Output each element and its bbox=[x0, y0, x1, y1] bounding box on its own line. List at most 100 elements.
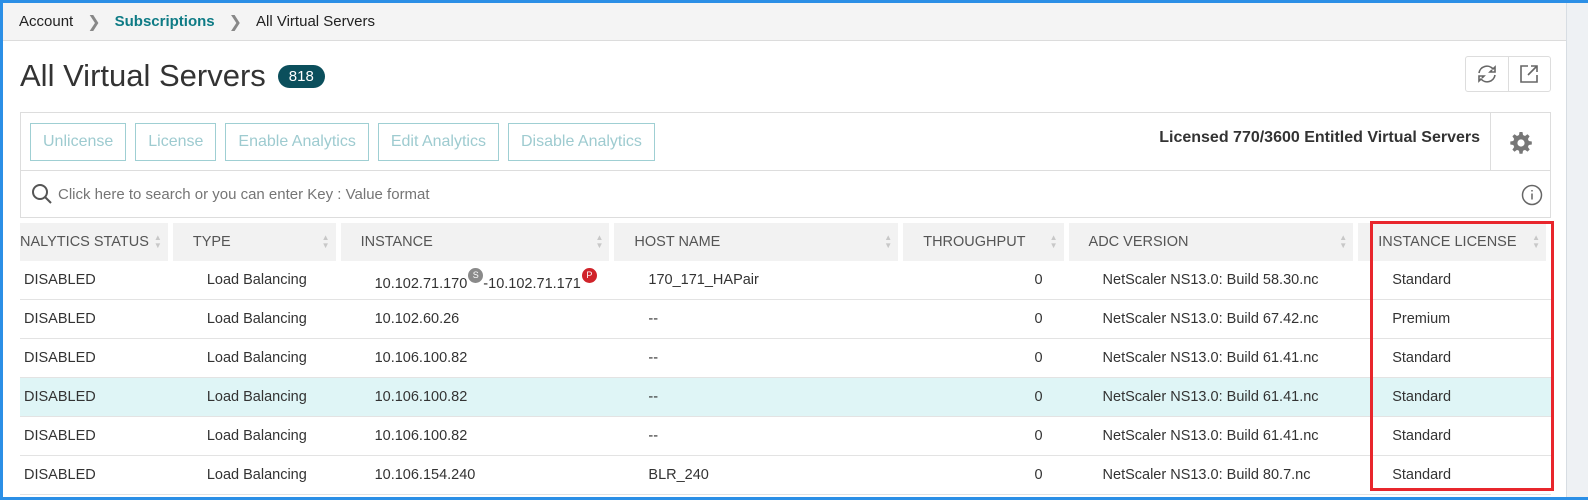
license-button[interactable]: License bbox=[135, 122, 217, 161]
cell-analytics-status: DISABLED bbox=[20, 300, 173, 339]
table-row[interactable]: DISABLED Load Balancing 10.106.100.82 --… bbox=[20, 378, 1551, 417]
cell-adc-version: NetScaler NS13.0: Build 61.41.nc bbox=[1068, 417, 1359, 456]
info-icon[interactable] bbox=[1521, 184, 1543, 206]
enable-analytics-button[interactable]: Enable Analytics bbox=[225, 122, 369, 161]
count-badge: 818 bbox=[277, 64, 325, 88]
cell-adc-version: NetScaler NS13.0: Build 67.42.nc bbox=[1068, 300, 1359, 339]
cell-type: Load Balancing bbox=[172, 300, 341, 339]
edit-analytics-button[interactable]: Edit Analytics bbox=[377, 122, 499, 161]
secondary-node-tag: S bbox=[468, 268, 484, 283]
column-label: NALYTICS STATUS bbox=[20, 234, 149, 250]
cell-instance-license: Standard bbox=[1358, 456, 1551, 495]
cell-analytics-status: DISABLED bbox=[20, 456, 173, 495]
virtual-servers-table: NALYTICS STATUS ▲ ▼ TYPE ▲ ▼ INSTANCE ▲ ▼ HOST NA… bbox=[20, 223, 1551, 495]
instance-ip[interactable]: 10.106.100.82 bbox=[375, 350, 468, 366]
cell-analytics-status: DISABLED bbox=[20, 261, 173, 300]
search-icon bbox=[32, 184, 52, 204]
license-summary: Licensed 770/3600 Entitled Virtual Serve… bbox=[1159, 129, 1480, 146]
cell-instance: 10.102.71.170S-10.102.71.171P bbox=[340, 261, 615, 300]
table-row[interactable]: DISABLED Load Balancing 10.106.100.82 --… bbox=[20, 339, 1551, 378]
export-button[interactable] bbox=[1507, 57, 1551, 91]
cell-adc-version: NetScaler NS13.0: Build 58.30.nc bbox=[1068, 261, 1359, 300]
page-title: All Virtual Servers bbox=[20, 58, 266, 93]
refresh-button[interactable] bbox=[1466, 57, 1508, 91]
cell-throughput: 0 bbox=[903, 261, 1069, 300]
instance-ip[interactable]: 10.102.60.26 bbox=[375, 311, 460, 327]
gear-icon bbox=[1509, 131, 1532, 154]
action-toolbar: Unlicense License Enable Analytics Edit … bbox=[20, 112, 1551, 171]
sort-icon[interactable]: ▲ ▼ bbox=[322, 234, 330, 250]
column-label: TYPE bbox=[192, 234, 231, 250]
instance-ip[interactable]: 10.106.100.82 bbox=[375, 389, 468, 405]
breadcrumb-current: All Virtual Servers bbox=[256, 13, 375, 30]
cell-instance-license: Standard bbox=[1358, 261, 1551, 300]
column-label: INSTANCE bbox=[360, 234, 433, 250]
cell-instance-license: Premium bbox=[1358, 300, 1551, 339]
refresh-icon bbox=[1477, 65, 1496, 83]
column-label: THROUGHPUT bbox=[923, 234, 1026, 250]
settings-button[interactable] bbox=[1490, 113, 1550, 170]
chevron-right-icon: ❯ bbox=[228, 13, 243, 31]
cell-instance-license: Standard bbox=[1358, 378, 1551, 417]
cell-throughput: 0 bbox=[903, 417, 1069, 456]
table-row[interactable]: DISABLED Load Balancing 10.106.154.240 B… bbox=[20, 456, 1551, 495]
cell-type: Load Balancing bbox=[172, 378, 341, 417]
table-row[interactable]: DISABLED Load Balancing 10.106.100.82 --… bbox=[20, 417, 1551, 456]
column-adc-version[interactable]: ADC VERSION ▲ ▼ bbox=[1068, 223, 1359, 261]
cell-host-name: -- bbox=[614, 378, 904, 417]
breadcrumb-subscriptions[interactable]: Subscriptions bbox=[115, 13, 215, 30]
cell-instance-license: Standard bbox=[1358, 339, 1551, 378]
breadcrumb-account[interactable]: Account bbox=[19, 13, 73, 30]
column-label: ADC VERSION bbox=[1088, 234, 1189, 250]
cell-type: Load Balancing bbox=[172, 339, 341, 378]
breadcrumb: Account ❯ Subscriptions ❯ All Virtual Se… bbox=[3, 3, 1588, 41]
sort-icon[interactable]: ▲ ▼ bbox=[1532, 234, 1540, 250]
disable-analytics-button[interactable]: Disable Analytics bbox=[507, 122, 655, 161]
cell-instance: 10.106.100.82 bbox=[340, 417, 615, 456]
cell-throughput: 0 bbox=[903, 300, 1069, 339]
cell-host-name: -- bbox=[614, 417, 904, 456]
cell-analytics-status: DISABLED bbox=[20, 378, 173, 417]
column-label: INSTANCE LICENSE bbox=[1378, 234, 1517, 250]
column-host-name[interactable]: HOST NAME ▲ ▼ bbox=[614, 223, 904, 261]
cell-throughput: 0 bbox=[903, 378, 1069, 417]
cell-adc-version: NetScaler NS13.0: Build 61.41.nc bbox=[1068, 339, 1359, 378]
header-actions bbox=[1465, 56, 1551, 92]
column-instance-license[interactable]: INSTANCE LICENSE ▲ ▼ bbox=[1358, 223, 1551, 261]
instance-ip[interactable]: 10.106.100.82 bbox=[375, 428, 468, 444]
page-header: All Virtual Servers 818 bbox=[20, 58, 325, 94]
cell-instance-license: Standard bbox=[1358, 417, 1551, 456]
cell-instance: 10.102.60.26 bbox=[340, 300, 615, 339]
cell-analytics-status: DISABLED bbox=[20, 417, 173, 456]
cell-host-name: -- bbox=[614, 339, 904, 378]
cell-host-name: -- bbox=[614, 300, 904, 339]
cell-analytics-status: DISABLED bbox=[20, 339, 173, 378]
column-analytics-status[interactable]: NALYTICS STATUS ▲ ▼ bbox=[20, 223, 173, 261]
sort-icon[interactable]: ▲ ▼ bbox=[884, 234, 892, 250]
search-input[interactable] bbox=[58, 185, 1458, 203]
sort-icon[interactable]: ▲ ▼ bbox=[595, 234, 603, 250]
right-scroll-strip bbox=[1566, 3, 1588, 497]
column-instance[interactable]: INSTANCE ▲ ▼ bbox=[340, 223, 615, 261]
table-row[interactable]: DISABLED Load Balancing 10.102.71.170S-1… bbox=[20, 261, 1551, 300]
cell-throughput: 0 bbox=[903, 456, 1069, 495]
chevron-right-icon: ❯ bbox=[87, 13, 101, 31]
column-type[interactable]: TYPE ▲ ▼ bbox=[172, 223, 341, 261]
unlicense-button[interactable]: Unlicense bbox=[30, 122, 127, 161]
instance-ip[interactable]: 10.106.154.240 bbox=[375, 467, 476, 483]
instance-ip-peer[interactable]: -10.102.71.171 bbox=[483, 276, 581, 292]
column-throughput[interactable]: THROUGHPUT ▲ ▼ bbox=[903, 223, 1069, 261]
cell-type: Load Balancing bbox=[172, 417, 341, 456]
sort-icon[interactable]: ▲ ▼ bbox=[1339, 234, 1347, 250]
cell-instance: 10.106.154.240 bbox=[340, 456, 615, 495]
cell-instance: 10.106.100.82 bbox=[340, 378, 615, 417]
cell-host-name: 170_171_HAPair bbox=[614, 261, 904, 300]
cell-throughput: 0 bbox=[903, 339, 1069, 378]
cell-adc-version: NetScaler NS13.0: Build 61.41.nc bbox=[1068, 378, 1359, 417]
sort-icon[interactable]: ▲ ▼ bbox=[1050, 234, 1058, 250]
search-bar bbox=[20, 170, 1551, 218]
instance-ip[interactable]: 10.102.71.170 bbox=[375, 276, 468, 292]
cell-host-name: BLR_240 bbox=[614, 456, 904, 495]
sort-icon[interactable]: ▲ ▼ bbox=[154, 234, 162, 250]
table-row[interactable]: DISABLED Load Balancing 10.102.60.26 -- … bbox=[20, 300, 1551, 339]
